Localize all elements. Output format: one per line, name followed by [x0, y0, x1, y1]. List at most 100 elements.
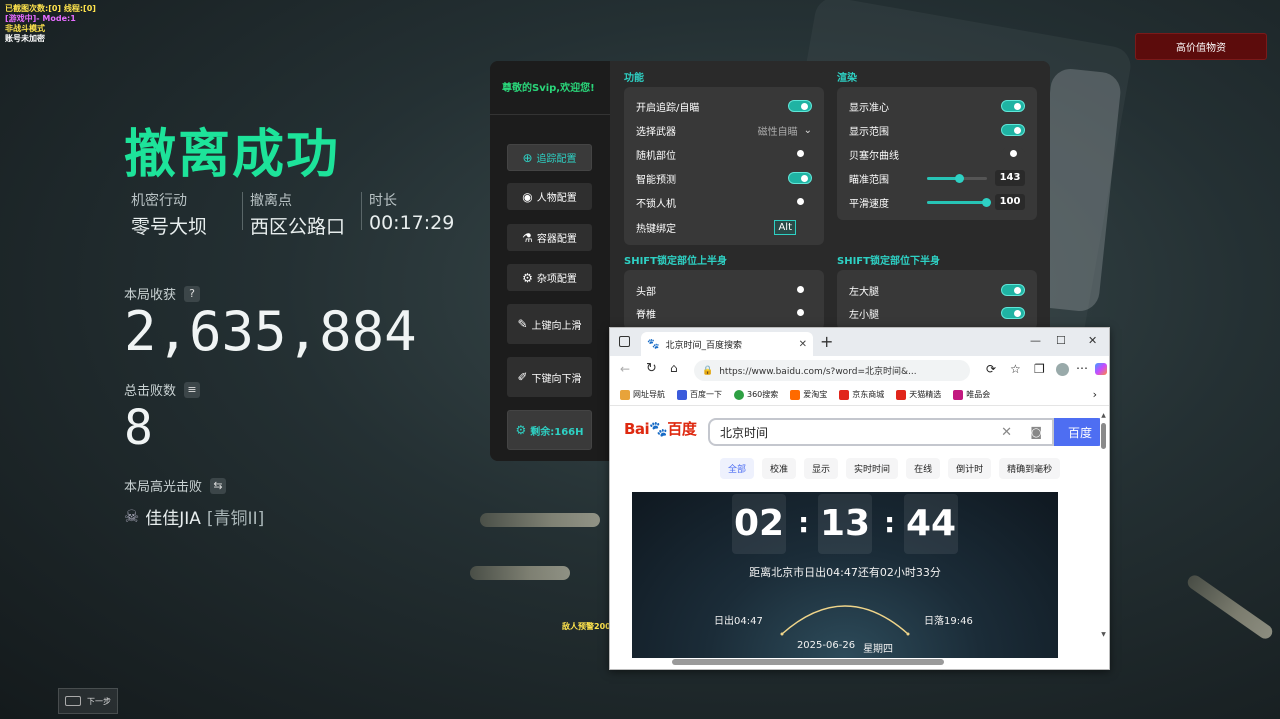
extensions-icon[interactable]: ⟳ [986, 362, 996, 376]
overlay-mode: [游戏中]- Mode:1 [5, 14, 76, 23]
tab-realtime[interactable]: 实时时间 [846, 458, 899, 479]
vertical-scrollbar[interactable]: ▲ ▼ [1100, 412, 1107, 652]
bookmark-item[interactable]: 唯品会 [953, 389, 990, 400]
result-title: 撤离成功 [124, 125, 341, 185]
bookmark-item[interactable]: 网址导航 [620, 389, 665, 400]
setting-row: 选择武器 磁性自瞄 ⌄ [636, 120, 812, 140]
camera-icon[interactable]: ◙ [1030, 425, 1042, 439]
home-icon[interactable]: ⌂ [670, 361, 678, 375]
background-bullet [470, 566, 570, 580]
tab-countdown[interactable]: 倒计时 [948, 458, 992, 479]
chevron-down-icon: ⌄ [803, 124, 812, 136]
tab-online[interactable]: 在线 [906, 458, 941, 479]
list-icon[interactable]: ≡ [184, 381, 201, 398]
weapon-select[interactable]: 磁性自瞄 ⌄ [758, 123, 812, 138]
sidebar-item-label: 追踪配置 [536, 154, 577, 165]
next-step-button[interactable]: 下一步 [58, 688, 118, 714]
toggle-head[interactable] [788, 284, 812, 296]
smooth-speed-slider[interactable]: 100 [927, 194, 1025, 210]
toggle-range[interactable] [1001, 124, 1025, 136]
search-input[interactable]: 北京时间 ✕ ◙ [708, 418, 1054, 446]
maximize-button[interactable]: ☐ [1056, 334, 1066, 347]
minimize-button[interactable]: — [1030, 334, 1041, 347]
more-icon[interactable]: ⋯ [1076, 361, 1088, 375]
search-button[interactable]: 百度 [1054, 418, 1100, 446]
scrollbar-thumb[interactable] [1101, 423, 1106, 449]
tab-calibrate[interactable]: 校准 [762, 458, 797, 479]
browser-tab[interactable]: 🐾 北京时间_百度搜索 ✕ [641, 332, 813, 356]
crosshair-icon: ⊕ [522, 150, 533, 165]
bookmark-item[interactable]: 百度一下 [677, 389, 722, 400]
bookmark-item[interactable]: 爱淘宝 [790, 389, 827, 400]
close-window-button[interactable]: ✕ [1088, 334, 1097, 347]
toggle-bezier[interactable] [1001, 148, 1025, 160]
tab-actions-icon[interactable] [619, 336, 630, 347]
baidu-logo[interactable]: Bai🐾百度 [624, 418, 697, 439]
baidu-page: Bai🐾百度 北京时间 ✕ ◙ 百度 全部 校准 显示 实时时间 在线 倒计时 … [610, 406, 1100, 658]
meta-extract-point: 撤离点 西区公路口 [250, 190, 345, 239]
bookmark-label: 360搜索 [747, 390, 779, 399]
divider [490, 114, 610, 115]
back-icon[interactable]: ← [620, 362, 630, 376]
scrollbar-up-arrow[interactable]: ▲ [1100, 412, 1107, 419]
swap-icon[interactable]: ⇆ [210, 477, 227, 494]
meta-value: 00:17:29 [369, 212, 455, 234]
scroll-up-button[interactable]: ✎ 上键向上滑 [507, 304, 592, 344]
bookmark-item[interactable]: 京东商城 [839, 389, 884, 400]
scroll-down-button[interactable]: ✐ 下键向下滑 [507, 357, 592, 397]
tab-milliseconds[interactable]: 精确到毫秒 [999, 458, 1061, 479]
new-tab-button[interactable]: + [820, 332, 833, 351]
highlight-section: 本局高光击败 ⇆ [124, 476, 227, 495]
toggle-left-thigh[interactable] [1001, 284, 1025, 296]
refresh-icon[interactable]: ↻ [646, 361, 657, 376]
sidebar-item-tracking[interactable]: ⊕ 追踪配置 [507, 144, 592, 171]
favorites-icon[interactable]: ☆ [1010, 362, 1021, 376]
hotkey-binding[interactable]: Alt [774, 219, 796, 235]
clock-separator: : [798, 506, 810, 539]
slider-track[interactable] [927, 197, 991, 207]
clear-icon[interactable]: ✕ [1001, 425, 1012, 440]
toggle-crosshair[interactable] [1001, 100, 1025, 112]
bookmark-item[interactable]: 360搜索 [734, 389, 778, 400]
url-input[interactable]: 🔒 https://www.baidu.com/s?word=北京时间&... [694, 360, 970, 381]
toggle-left-calf[interactable] [1001, 307, 1025, 319]
scrollbar-down-arrow[interactable]: ▼ [1100, 631, 1107, 638]
tab-display[interactable]: 显示 [804, 458, 839, 479]
sidebar-item-container[interactable]: ⚗ 容器配置 [507, 224, 592, 251]
render-group: 显示准心 显示范围 贝塞尔曲线 瞄准范围 143 平滑速度 100 [837, 87, 1037, 220]
slider-thumb[interactable] [982, 197, 991, 207]
sidebar-item-misc[interactable]: ⚙ 杂项配置 [507, 264, 592, 291]
smooth-speed-value[interactable]: 100 [995, 194, 1025, 210]
slider-thumb[interactable] [955, 173, 964, 183]
sidebar-item-player[interactable]: ◉ 人物配置 [507, 183, 592, 210]
setting-label: 随机部位 [636, 150, 676, 162]
avatar[interactable] [1056, 363, 1069, 376]
horizontal-scrollbar[interactable] [672, 659, 944, 665]
address-bar: ← ↻ ⌂ 🔒 https://www.baidu.com/s?word=北京时… [610, 356, 1109, 384]
aim-range-slider[interactable]: 143 [927, 170, 1025, 186]
toggle-spine[interactable] [788, 307, 812, 319]
browser-window: 🐾 北京时间_百度搜索 ✕ + — ☐ ✕ ← ↻ ⌂ 🔒 https://ww… [609, 327, 1110, 670]
background-bullet [1185, 572, 1275, 642]
close-tab-icon[interactable]: ✕ [799, 339, 807, 350]
toggle-smart-predict[interactable] [788, 172, 812, 184]
copilot-icon[interactable] [1095, 363, 1107, 375]
gear-icon: ⚙ [515, 423, 527, 437]
chevron-right-icon[interactable]: › [1093, 388, 1097, 401]
remaining-time-button[interactable]: ⚙ 剩余:166H [507, 410, 592, 450]
clock-hours: 02 [732, 494, 786, 554]
high-value-items-button[interactable]: 高价值物资 [1135, 33, 1267, 60]
tab-all[interactable]: 全部 [720, 458, 755, 479]
aim-range-value[interactable]: 143 [995, 170, 1025, 186]
collections-icon[interactable]: ❐ [1034, 362, 1045, 376]
toggle-tracking[interactable] [788, 100, 812, 112]
toggle-ignore-bots[interactable] [788, 196, 812, 208]
logo-text-cn: 百度 [667, 420, 697, 438]
setting-row: 头部 [636, 280, 812, 300]
bookmark-item[interactable]: 天猫精选 [896, 389, 941, 400]
bookmark-label: 百度一下 [690, 390, 722, 399]
toggle-random-part[interactable] [788, 148, 812, 160]
sidebar-item-label: 上键向上滑 [531, 320, 582, 332]
setting-label: 平滑速度 [849, 198, 889, 210]
slider-track[interactable] [927, 173, 987, 183]
